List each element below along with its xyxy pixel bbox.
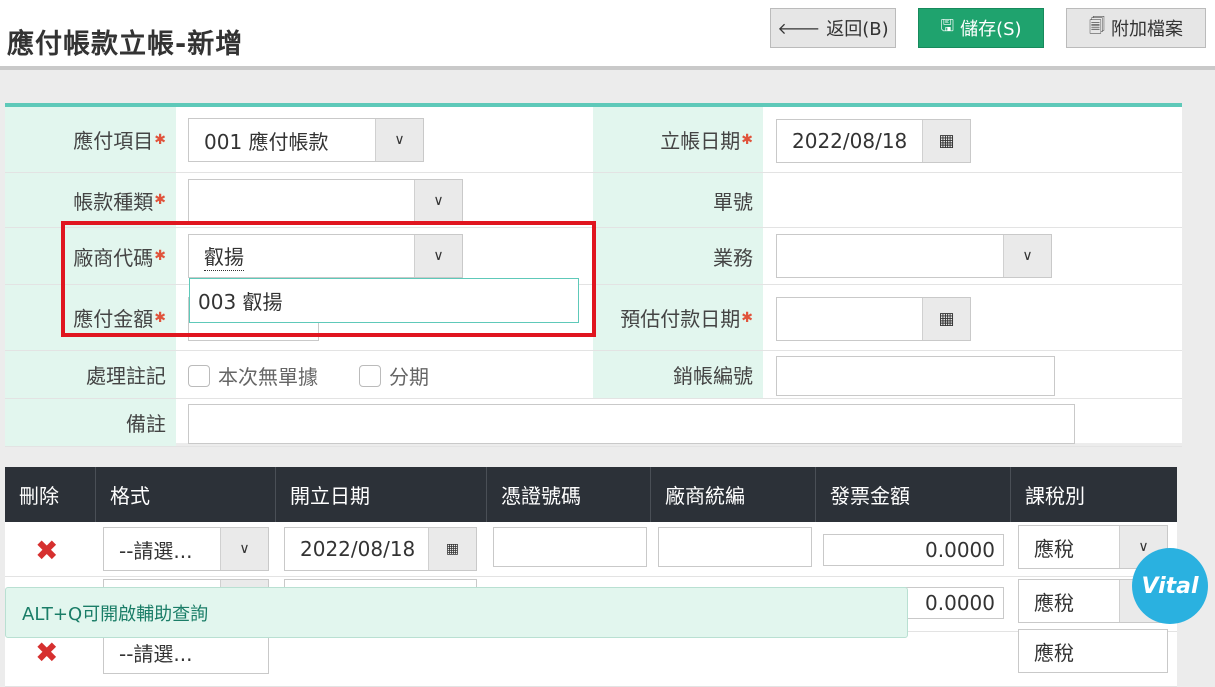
tax-select-value: 應稅 <box>1034 590 1074 615</box>
date-input[interactable]: 2022/08/18 ▦ <box>776 119 971 163</box>
chevron-down-icon[interactable]: ∨ <box>220 528 268 570</box>
format-select-value: --請選... <box>119 538 193 563</box>
attach-file-button[interactable]: 🗐 附加檔案 <box>1066 8 1206 48</box>
table-row: ✖ --請選... ∨ 2022/08/18 ▦ 0.0000 應稅 ∨ <box>5 522 1177 577</box>
tax-select-value: 應稅 <box>1034 536 1074 561</box>
form-row: 應付項目 ✱ 001 應付帳款 ∨ 立帳日期 ✱ 2022/08/18 ▦ <box>5 107 1182 173</box>
pay-date-input[interactable]: ▦ <box>776 297 971 341</box>
format-select-value: --請選... <box>119 641 193 666</box>
form-row: 帳款種類 ✱ ∨ 單號 <box>5 173 1182 228</box>
calendar-icon[interactable]: ▦ <box>922 298 970 340</box>
delete-icon[interactable]: ✖ <box>35 534 58 567</box>
attachment-icon: 🗐 <box>1089 15 1105 35</box>
grid-header-voucher: 憑證號碼 <box>487 467 651 522</box>
pay-date-label: 預估付款日期 ✱ <box>593 285 763 350</box>
checkbox-box[interactable] <box>188 364 210 387</box>
attach-button-label: 附加檔案 <box>1110 19 1183 40</box>
chevron-down-icon[interactable]: ∨ <box>1003 235 1051 277</box>
remark-label: 備註 <box>5 399 176 446</box>
installment-checkbox[interactable]: 分期 <box>359 361 429 390</box>
floppy-disk-icon: 🖫 <box>940 15 955 35</box>
calendar-icon[interactable]: ▦ <box>428 528 476 570</box>
invoice-amount-input[interactable]: 0.0000 <box>823 534 1004 566</box>
installment-label: 分期 <box>389 365 429 389</box>
process-label: 處理註記 <box>5 351 176 398</box>
calendar-icon[interactable]: ▦ <box>922 120 970 162</box>
checkbox-box[interactable] <box>359 364 381 387</box>
grid-header-date: 開立日期 <box>276 467 487 522</box>
issue-date-input[interactable]: 2022/08/18 ▦ <box>284 527 477 571</box>
type-select[interactable]: ∨ <box>188 179 463 223</box>
delete-icon[interactable]: ✖ <box>35 636 58 669</box>
issue-date-value: 2022/08/18 <box>300 537 416 561</box>
chevron-down-icon[interactable]: ∨ <box>414 180 462 222</box>
date-label: 立帳日期 ✱ <box>593 107 763 172</box>
item-select[interactable]: 001 應付帳款 ∨ <box>188 118 424 162</box>
voucher-input[interactable] <box>493 527 647 567</box>
tax-select-value: 應稅 <box>1034 640 1074 665</box>
save-button-label: 儲存(S) <box>960 19 1022 40</box>
business-label: 業務 <box>593 228 763 284</box>
arrow-left-icon: 🡐 <box>777 19 821 38</box>
item-label: 應付項目 ✱ <box>5 107 176 172</box>
form-row: 處理註記 本次無單據 分期 銷帳編號 <box>5 351 1182 399</box>
back-button[interactable]: 🡐 返回(B) <box>770 8 896 48</box>
invoice-amount-value: 0.0000 <box>925 538 995 562</box>
page-header: 應付帳款立帳-新增 🡐 返回(B) 🖫 儲存(S) 🗐 附加檔案 <box>0 0 1215 70</box>
format-select[interactable]: --請選... ∨ <box>103 527 269 571</box>
hint-toast: ALT+Q可開啟輔助查詢 <box>5 587 908 638</box>
invoice-amount-value: 0.0000 <box>925 591 995 615</box>
grid-header-tax: 課稅別 <box>1025 484 1085 508</box>
business-select[interactable]: ∨ <box>776 234 1052 278</box>
page-title: 應付帳款立帳-新增 <box>7 29 244 60</box>
vendor-dropdown-option[interactable]: 003 叡揚 <box>189 278 579 323</box>
item-select-value: 001 應付帳款 <box>204 129 329 154</box>
remark-input[interactable] <box>188 404 1075 444</box>
vendor-id-input[interactable] <box>658 527 812 567</box>
grid-header-delete: 刪除 <box>5 467 96 522</box>
no-doc-label: 本次無單據 <box>218 365 318 389</box>
grid-header-amount: 發票金額 <box>816 467 1011 522</box>
type-label: 帳款種類 ✱ <box>5 173 176 227</box>
vendor-option-text: 003 叡揚 <box>198 290 283 314</box>
form-row: 備註 <box>5 399 1182 447</box>
save-button[interactable]: 🖫 儲存(S) <box>918 8 1044 48</box>
back-button-label: 返回(B) <box>826 19 889 40</box>
table-row: ✖ --請選... 應稅 <box>5 629 1177 687</box>
date-input-value: 2022/08/18 <box>792 129 908 153</box>
vital-badge-button[interactable]: Vital <box>1132 548 1208 624</box>
writeoff-input[interactable] <box>776 356 1055 396</box>
tax-select[interactable]: 應稅 <box>1018 629 1168 673</box>
chevron-down-icon[interactable]: ∨ <box>375 119 423 161</box>
grid-header: 刪除 格式 開立日期 憑證號碼 廠商統編 發票金額 課稅別 <box>5 467 1177 522</box>
writeoff-label: 銷帳編號 <box>593 351 763 398</box>
grid-header-format: 格式 <box>96 467 276 522</box>
grid-header-vendor-id: 廠商統編 <box>651 467 816 522</box>
no-doc-checkbox[interactable]: 本次無單據 <box>188 361 318 390</box>
number-label: 單號 <box>593 173 763 227</box>
